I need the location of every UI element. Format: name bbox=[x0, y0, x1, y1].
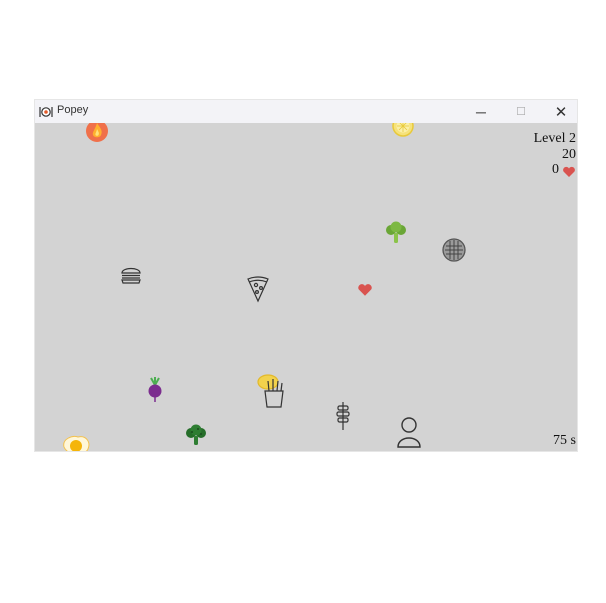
broccoli-dark-icon bbox=[184, 423, 208, 451]
broccoli-icon bbox=[384, 221, 408, 250]
fries-icon bbox=[255, 373, 289, 414]
fried-egg-icon bbox=[60, 433, 92, 451]
close-button[interactable]: ✕ bbox=[542, 100, 577, 123]
kebab-icon bbox=[335, 401, 351, 436]
game-canvas[interactable]: Level 2 20 0 75 s bbox=[35, 123, 577, 451]
beet-icon bbox=[145, 377, 165, 408]
heart-pickup-icon bbox=[357, 283, 373, 302]
score-value: 20 bbox=[562, 147, 576, 162]
maximize-button[interactable]: ☐ bbox=[502, 100, 540, 123]
window-title: Popey bbox=[57, 104, 89, 116]
game-window: Popey ─ ☐ ✕ Level 2 20 0 75 s bbox=[35, 100, 577, 451]
plate-utensils-icon bbox=[39, 105, 53, 117]
pizza-slice-icon bbox=[246, 275, 270, 308]
fire-icon bbox=[85, 123, 109, 148]
burger-icon bbox=[119, 263, 143, 292]
minimize-button[interactable]: ─ bbox=[462, 100, 500, 123]
waffle-icon bbox=[442, 238, 466, 267]
level-label: Level 2 bbox=[533, 131, 576, 146]
timer-label: 75 s bbox=[553, 433, 576, 448]
lives-count: 0 bbox=[552, 162, 559, 177]
title-bar[interactable]: Popey ─ ☐ ✕ bbox=[35, 100, 577, 123]
player-icon bbox=[395, 415, 423, 451]
lemon-slice-icon bbox=[391, 123, 415, 143]
lives-heart-icon bbox=[562, 165, 576, 183]
